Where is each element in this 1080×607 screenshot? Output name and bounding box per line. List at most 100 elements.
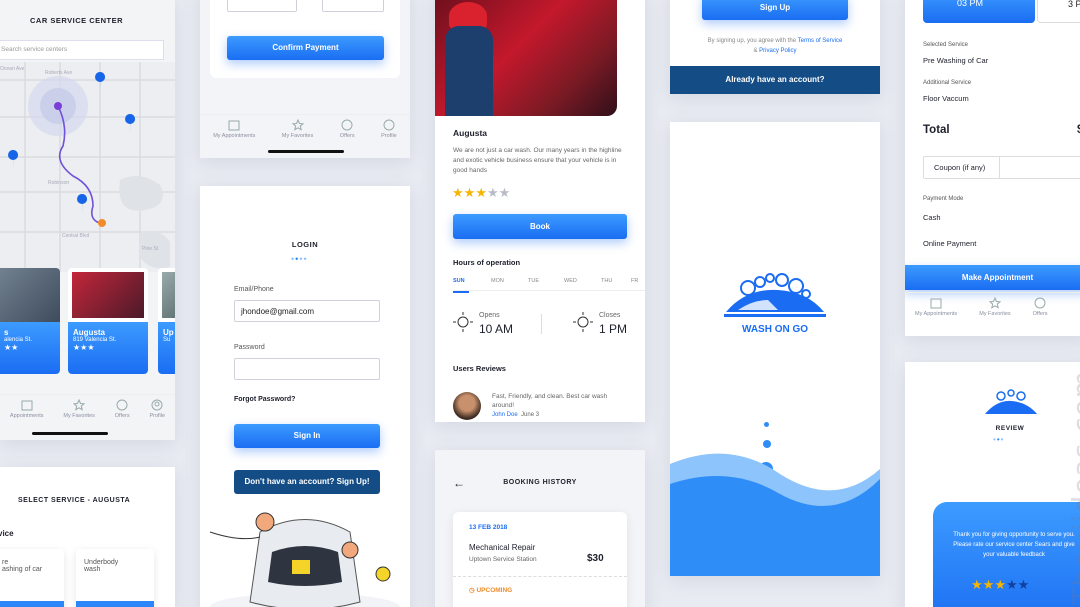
book-button[interactable]: Book [453, 214, 627, 239]
wave-graphic [670, 453, 880, 576]
tab-offers[interactable]: Offers [1033, 293, 1048, 322]
confirm-payment-button[interactable]: Confirm Payment [227, 36, 384, 60]
tab-favorites[interactable]: My Favorites [282, 115, 313, 142]
center-description: We are not just a car wash. Our many yea… [453, 147, 622, 174]
tab-profile[interactable]: Profile [381, 115, 397, 142]
booking-card[interactable]: 13 FEB 2018 Mechanical Repair Uptown Ser… [453, 512, 627, 607]
tab-appointments[interactable]: Appointments [10, 395, 44, 424]
svg-text:Ocean Ave: Ocean Ave [0, 66, 25, 72]
cvv-field[interactable] [322, 0, 384, 12]
coupon-label: Coupon (if any) [924, 157, 1000, 178]
service-option[interactable]: re ashing of car [0, 549, 64, 607]
opens-time: 10 AM [479, 322, 514, 336]
center-name: Augusta [453, 128, 487, 138]
star-icon: ★ [463, 185, 476, 200]
booking-date: 13 FEB 2018 [469, 524, 508, 531]
time-slot[interactable]: 03 PM [923, 0, 1035, 23]
tab-bar: Appointments My Favorites Offers Profile [0, 394, 175, 424]
select-service-screen: SELECT SERVICE - AUGUSTA vice re ashing o… [0, 467, 175, 607]
time-slot[interactable]: 3 P [1037, 0, 1080, 23]
payment-mode-label: Payment Mode [923, 196, 964, 202]
sign-in-button[interactable]: Sign In [234, 424, 380, 448]
sign-up-button[interactable]: Sign Up [702, 0, 848, 20]
page-title: LOGIN [291, 240, 319, 249]
sun-icon [573, 312, 593, 332]
tab-wed[interactable]: WED [564, 278, 601, 284]
tab-sun[interactable]: SUN [453, 278, 491, 284]
additional-service-label: Additional Service [923, 80, 972, 86]
page-indicator: •••• [291, 254, 308, 264]
tab-fri[interactable]: FR [631, 278, 638, 284]
star-icon [73, 399, 86, 411]
coupon-field[interactable]: Coupon (if any) [923, 156, 1080, 179]
star-rating: ★★★★★ [452, 184, 510, 202]
star-icon: ★ [971, 577, 983, 592]
star-icon: ★ [486, 185, 499, 200]
card-name: Augusta [73, 328, 105, 337]
map[interactable]: Roberts Ave Ocean Ave Robinson Central B… [0, 62, 175, 272]
page-title: BOOKING HISTORY [503, 479, 577, 486]
star-icon: ★ [1017, 577, 1030, 592]
star-icon: ★ [498, 185, 511, 200]
tab-appointments[interactable]: My Appointments [915, 293, 957, 322]
additional-service: Floor Vaccum [923, 94, 969, 103]
status-badge: ◷ UPCOMING [469, 587, 513, 594]
appointment-screen: 03 PM 3 P Selected Service Pre Washing o… [905, 0, 1080, 336]
result-card-augusta[interactable]: Augusta 819 Valencia St. ★★★ [68, 268, 148, 374]
payment-option-cash[interactable]: Cash [923, 213, 941, 222]
map-screen: CAR SERVICE CENTER Search service center… [0, 0, 175, 440]
tab-thu[interactable]: THU [601, 278, 631, 284]
street-label: Central Blvd [62, 233, 89, 239]
page-title: CAR SERVICE CENTER [30, 16, 124, 25]
profile-icon [151, 399, 163, 411]
page-title: REVIEW [995, 425, 1025, 432]
car-wash-illustration [209, 512, 400, 607]
review-message: Thank you for giving opportunity to serv… [953, 532, 1075, 558]
terms-link[interactable]: Terms of Service [798, 38, 843, 44]
password-field[interactable] [234, 358, 380, 380]
privacy-link[interactable]: Privacy Policy [759, 48, 796, 54]
offer-icon [341, 119, 353, 131]
email-label: Email/Phone [234, 286, 274, 293]
tab-appointments[interactable]: My Appointments [213, 115, 255, 142]
make-appointment-button[interactable]: Make Appointment [905, 265, 1080, 290]
result-card[interactable]: s alencia St. ★★ [0, 268, 60, 374]
tab-offers[interactable]: Offers [115, 395, 130, 424]
email-field[interactable]: jhondoe@gmail.com [234, 300, 380, 322]
login-screen: LOGIN •••• Email/Phone jhondoe@gmail.com… [200, 186, 410, 607]
closes-time: 1 PM [599, 322, 628, 336]
star-icon: ★ [982, 577, 995, 592]
reviews-title: Users Reviews [453, 364, 506, 373]
card-field[interactable] [227, 0, 297, 12]
review-panel: Thank you for giving opportunity to serv… [933, 502, 1080, 607]
calendar-icon [930, 298, 942, 309]
tab-favorites[interactable]: My Favorites [63, 395, 95, 424]
review-stars[interactable]: ★★★★★ [971, 576, 1029, 594]
tab-tue[interactable]: TUE [528, 278, 564, 284]
service-option[interactable]: Underbody wash [76, 549, 154, 607]
result-card[interactable]: Up Su [158, 268, 175, 374]
login-prompt-button[interactable]: Already have an account? [670, 66, 880, 94]
opens-label: Opens [479, 312, 500, 319]
sign-up-button[interactable]: Don't have an account? Sign Up! [234, 470, 380, 494]
terms-text: By signing up, you agree with the Terms … [707, 38, 843, 54]
calendar-icon [21, 400, 33, 411]
tab-profile[interactable]: Profile [149, 395, 165, 424]
signup-screen: Sign Up By signing up, you agree with th… [670, 0, 880, 94]
tab-favorites[interactable]: My Favorites [979, 293, 1011, 322]
total-label: Total [923, 124, 950, 136]
search-input[interactable]: Search service centers [0, 40, 164, 60]
payment-option-online[interactable]: Online Payment [923, 239, 976, 248]
review-text: Fast, Friendly, and clean. Best car wash… [492, 393, 608, 409]
tab-mon[interactable]: MON [491, 278, 528, 284]
hero-photo [435, 0, 617, 116]
booking-price: $30 [587, 553, 604, 564]
calendar-icon [228, 120, 240, 131]
review-author: John Doe June 3 [492, 412, 540, 418]
bubble [764, 422, 769, 427]
wash-on-go-logo: WASH ON GO [724, 273, 826, 335]
tab-offers[interactable]: Offers [340, 115, 355, 142]
booking-history-screen: ← BOOKING HISTORY 13 FEB 2018 Mechanical… [435, 450, 645, 607]
page-indicator: ••• [993, 435, 1005, 444]
forgot-password-link[interactable]: Forgot Password? [234, 396, 295, 403]
